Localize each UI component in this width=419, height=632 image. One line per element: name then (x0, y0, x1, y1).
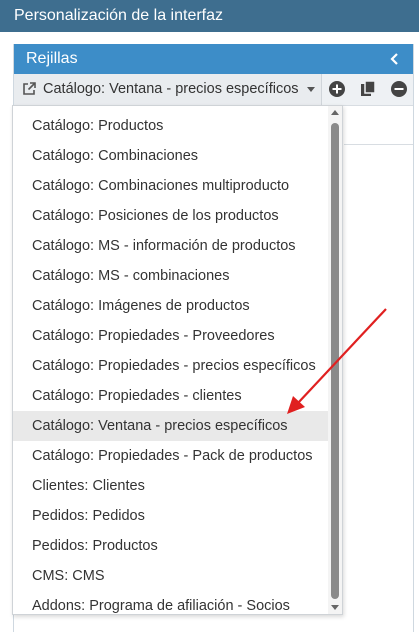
scroll-thumb[interactable] (331, 123, 339, 599)
chevron-down-icon (307, 87, 315, 92)
dropdown-item[interactable]: Catálogo: Imágenes de productos (13, 291, 329, 321)
dropdown-scrollbar[interactable] (328, 106, 342, 614)
top-bar-title: Personalización de la interfaz (14, 7, 224, 24)
remove-circle-icon[interactable] (390, 80, 408, 98)
dropdown-item[interactable]: Addons: Programa de afiliación - Socios (13, 591, 329, 614)
dropdown-item[interactable]: Catálogo: MS - información de productos (13, 231, 329, 261)
dropdown-item[interactable]: Catálogo: Combinaciones (13, 141, 329, 171)
dropdown-item[interactable]: Pedidos: Productos (13, 531, 329, 561)
chevron-left-icon (390, 53, 398, 65)
dropdown-item-selected[interactable]: Catálogo: Ventana - precios específicos (13, 411, 329, 441)
dropdown-item[interactable]: Catálogo: MS - combinaciones (13, 261, 329, 291)
dropdown-item[interactable]: Clientes: Clientes (13, 471, 329, 501)
dropdown-item[interactable]: CMS: CMS (13, 561, 329, 591)
panel-title: Rejillas (26, 50, 78, 67)
grid-select[interactable]: Catálogo: Ventana - precios específicos (14, 74, 322, 105)
collapse-button[interactable] (387, 44, 401, 74)
top-bar: Personalización de la interfaz (0, 0, 419, 32)
dropdown-item[interactable]: Catálogo: Propiedades - Pack de producto… (13, 441, 329, 471)
grid-dropdown-list[interactable]: Catálogo: Productos Catálogo: Combinacio… (12, 105, 343, 615)
external-link-icon[interactable] (21, 81, 37, 97)
dropdown-item[interactable]: Catálogo: Propiedades - Proveedores (13, 321, 329, 351)
dropdown-item[interactable]: Catálogo: Combinaciones multiproducto (13, 171, 329, 201)
dropdown-item[interactable]: Catálogo: Productos (13, 111, 329, 141)
grid-select-value: Catálogo: Ventana - precios específicos (43, 81, 299, 97)
add-circle-icon[interactable] (328, 80, 346, 98)
dropdown-item[interactable]: Pedidos: Pedidos (13, 501, 329, 531)
scroll-up-arrow-icon[interactable] (331, 110, 339, 115)
scroll-down-arrow-icon[interactable] (331, 605, 339, 610)
grid-toolbar: Catálogo: Ventana - precios específicos (14, 74, 413, 106)
dropdown-item[interactable]: Catálogo: Propiedades - clientes (13, 381, 329, 411)
dropdown-item[interactable]: Catálogo: Propiedades - precios específi… (13, 351, 329, 381)
panel-header: Rejillas (14, 44, 413, 74)
copy-icon[interactable] (359, 80, 377, 98)
content-divider (344, 144, 413, 145)
dropdown-item[interactable]: Catálogo: Posiciones de los productos (13, 201, 329, 231)
